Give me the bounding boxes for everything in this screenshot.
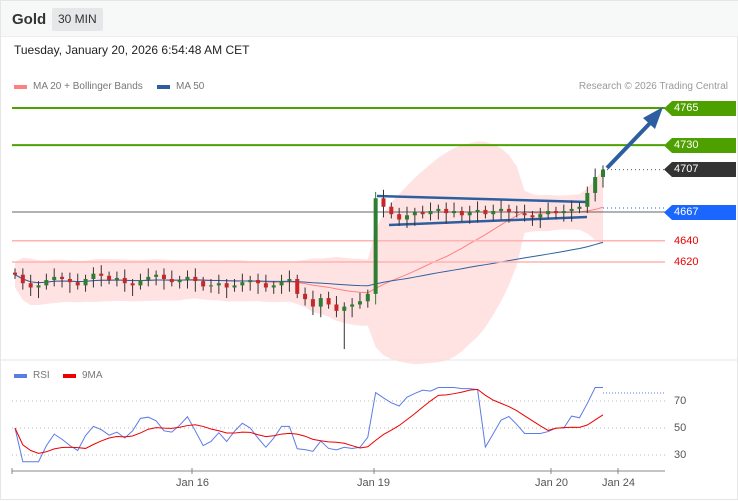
candle (553, 211, 558, 214)
candle (538, 214, 543, 218)
candle (287, 278, 292, 282)
candle (303, 293, 308, 300)
rsi-tick: 30 (674, 449, 687, 461)
candle (499, 208, 504, 212)
candle (318, 298, 323, 307)
x-tick: Jan 19 (357, 477, 391, 489)
candle (201, 281, 206, 287)
candle (193, 276, 198, 282)
candle (161, 274, 166, 279)
candle (52, 276, 57, 281)
support-label-4620: 4620 (674, 256, 699, 268)
candle (114, 277, 119, 281)
candle (357, 301, 362, 305)
candle (295, 278, 300, 294)
candle (459, 211, 464, 216)
candle (138, 280, 143, 286)
candle (209, 285, 213, 287)
legend-label: 9MA (82, 370, 103, 381)
price-chart (1, 107, 738, 474)
candle (561, 211, 566, 214)
support-label-4640: 4640 (674, 235, 699, 247)
rsi-line (14, 387, 603, 463)
candle (601, 169, 605, 178)
candle (444, 208, 449, 214)
target-tag-4765: 4765 (664, 101, 736, 116)
candle (546, 211, 551, 215)
candle (428, 211, 433, 215)
candle (577, 206, 582, 209)
pivot-tag: 4667 (664, 205, 736, 220)
candle (122, 277, 127, 284)
x-tick: Jan 20 (535, 477, 569, 489)
x-tick: Jan 24 (602, 477, 636, 489)
rsi-tick: 50 (674, 422, 687, 434)
candle (585, 192, 590, 207)
candle (44, 280, 49, 286)
candle (75, 282, 80, 286)
candle (397, 214, 402, 220)
candle (28, 283, 33, 288)
candle (256, 280, 261, 284)
candle (342, 306, 347, 311)
candle (36, 285, 41, 288)
forecast-arrow (605, 118, 655, 170)
candle (483, 209, 488, 215)
candle (20, 274, 25, 284)
candle (522, 213, 527, 216)
candle (436, 208, 441, 212)
candle (177, 280, 182, 283)
candle (530, 215, 535, 218)
candle (506, 208, 511, 213)
legend-rsi-ma: 9MA (63, 370, 103, 381)
candle (334, 304, 339, 311)
candle (248, 280, 253, 283)
candle (452, 211, 457, 214)
candle (83, 278, 88, 286)
candle (91, 273, 96, 279)
candle (60, 276, 65, 279)
candle (326, 298, 331, 305)
candle (420, 212, 425, 215)
rsi-ma-line (14, 388, 604, 454)
candle (569, 208, 574, 212)
candle (130, 283, 135, 286)
target-tag-4730: 4730 (664, 138, 736, 153)
last-price-tag: 4707 (664, 162, 736, 177)
candle (169, 278, 174, 283)
candle (350, 304, 355, 307)
candle (593, 177, 598, 193)
candle (467, 212, 472, 216)
candle (412, 212, 417, 216)
candle (154, 274, 159, 277)
candle (99, 273, 104, 276)
candle (13, 272, 17, 275)
candle (263, 283, 268, 288)
candle (67, 278, 72, 283)
legend-label: RSI (33, 370, 50, 381)
candle (271, 285, 276, 288)
candle (514, 212, 519, 214)
x-tick: Jan 16 (176, 477, 210, 489)
candle (224, 283, 229, 288)
candle (310, 299, 315, 307)
candle (107, 275, 112, 281)
candle (365, 293, 370, 302)
candle (146, 276, 151, 281)
bollinger-band (15, 141, 603, 365)
candle (232, 285, 237, 288)
candle (405, 215, 409, 220)
candle (185, 276, 190, 281)
candle (475, 209, 480, 213)
candle (491, 211, 496, 215)
rsi-tick: 70 (674, 395, 687, 407)
candle (216, 283, 221, 286)
candle (279, 281, 284, 286)
candle (389, 206, 394, 215)
candle (373, 198, 378, 294)
candle (381, 198, 386, 207)
candle (240, 282, 245, 286)
legend-rsi: RSI (14, 370, 50, 381)
